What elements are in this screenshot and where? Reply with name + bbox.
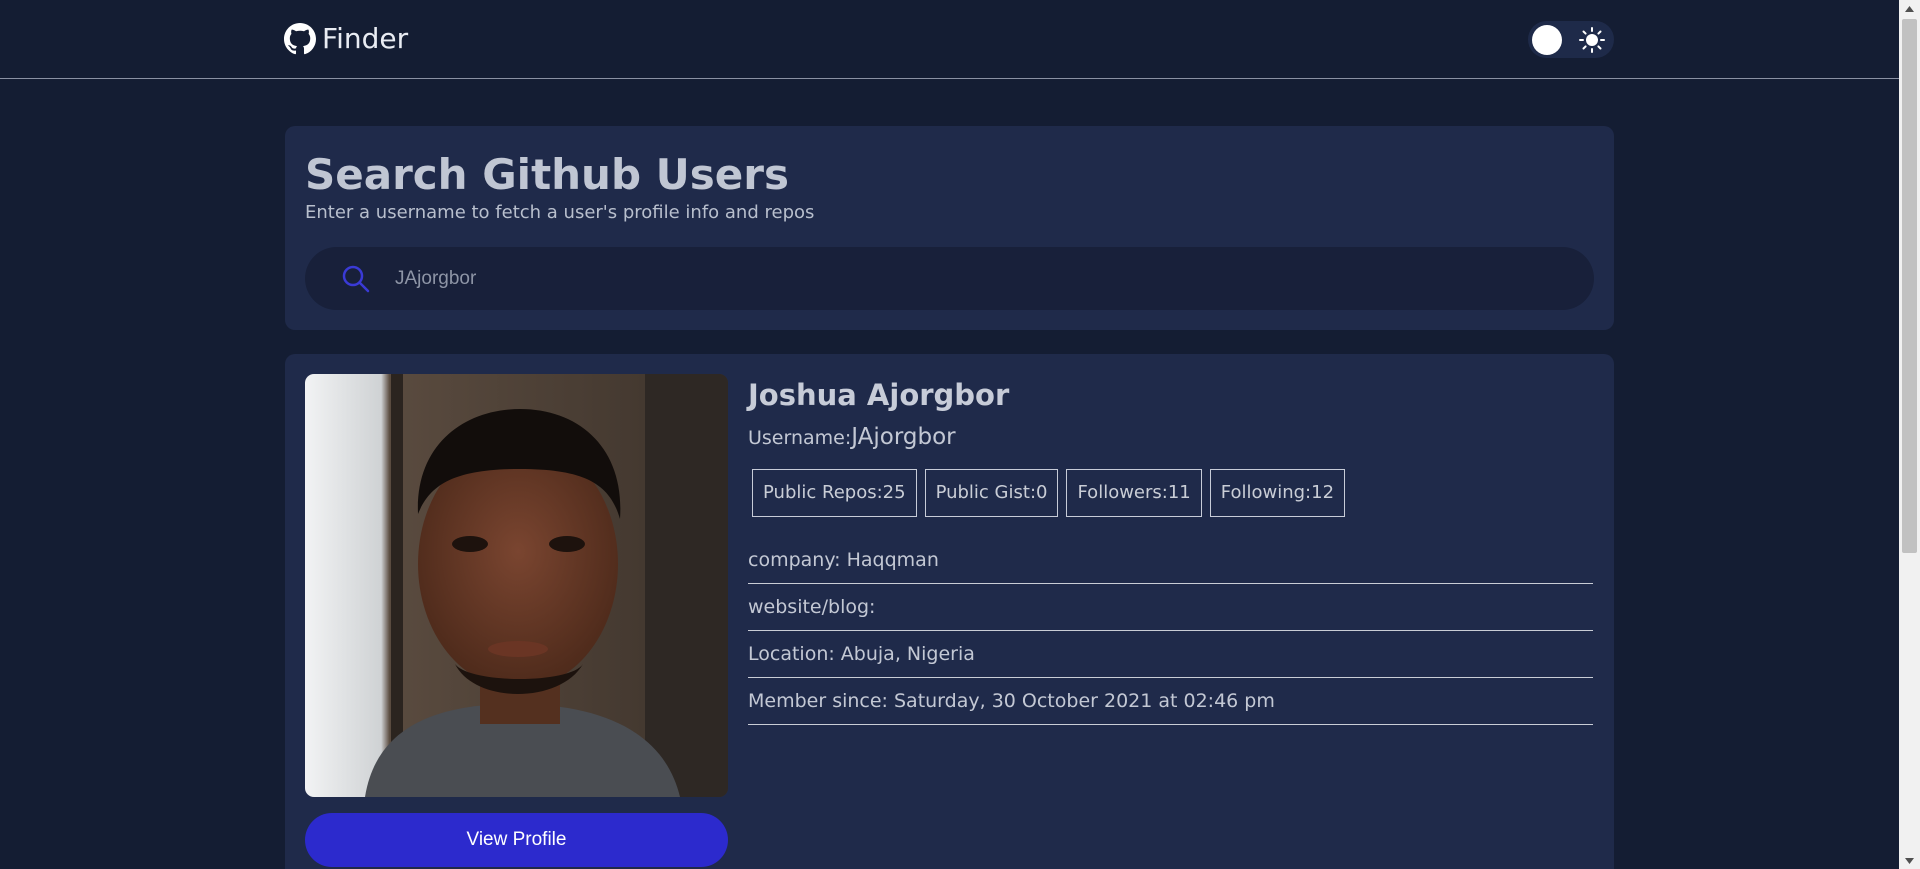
stat-following: Following:12 bbox=[1209, 469, 1346, 517]
profile-name: Joshua Ajorgbor bbox=[748, 378, 1010, 412]
search-card: Search Github Users Enter a username to … bbox=[285, 126, 1614, 330]
search-box[interactable] bbox=[305, 247, 1594, 310]
toggle-knob bbox=[1532, 25, 1562, 55]
detail-location: Location: Abuja, Nigeria bbox=[748, 631, 1593, 678]
scroll-thumb[interactable] bbox=[1902, 19, 1917, 553]
sun-icon bbox=[1579, 27, 1605, 53]
brand-logo[interactable]: Finder bbox=[284, 20, 408, 58]
scroll-down-arrow-icon[interactable] bbox=[1899, 852, 1920, 869]
detail-company: company: Haqqman bbox=[748, 537, 1593, 584]
scroll-up-arrow-icon[interactable] bbox=[1899, 0, 1920, 17]
github-icon bbox=[284, 23, 316, 55]
username-value: JAjorgbor bbox=[851, 424, 956, 450]
stat-followers: Followers:11 bbox=[1066, 469, 1202, 517]
brand-name: Finder bbox=[322, 22, 409, 55]
stats-row: Public Repos:25 Public Gist:0 Followers:… bbox=[752, 469, 1346, 517]
username-line: Username:JAjorgbor bbox=[748, 424, 956, 450]
profile-card: Joshua Ajorgbor Username:JAjorgbor Publi… bbox=[285, 354, 1614, 869]
view-profile-button[interactable]: View Profile bbox=[305, 813, 728, 867]
avatar bbox=[305, 374, 728, 797]
top-navbar: Finder bbox=[0, 0, 1899, 79]
stat-public-repos: Public Repos:25 bbox=[752, 469, 917, 517]
search-icon bbox=[342, 265, 370, 293]
vertical-scrollbar[interactable] bbox=[1899, 0, 1920, 869]
detail-member-since: Member since: Saturday, 30 October 2021 … bbox=[748, 678, 1593, 725]
page: Finder Search Github Users Enter a usern… bbox=[0, 0, 1920, 869]
theme-toggle[interactable] bbox=[1528, 21, 1614, 58]
search-input[interactable] bbox=[393, 257, 1557, 301]
search-subtitle: Enter a username to fetch a user's profi… bbox=[305, 202, 815, 223]
search-title: Search Github Users bbox=[305, 150, 789, 199]
profile-details: company: Haqqman website/blog: Location:… bbox=[748, 537, 1593, 725]
stat-public-gist: Public Gist:0 bbox=[924, 469, 1059, 517]
detail-website: website/blog: bbox=[748, 584, 1593, 631]
username-label: Username: bbox=[748, 427, 852, 449]
